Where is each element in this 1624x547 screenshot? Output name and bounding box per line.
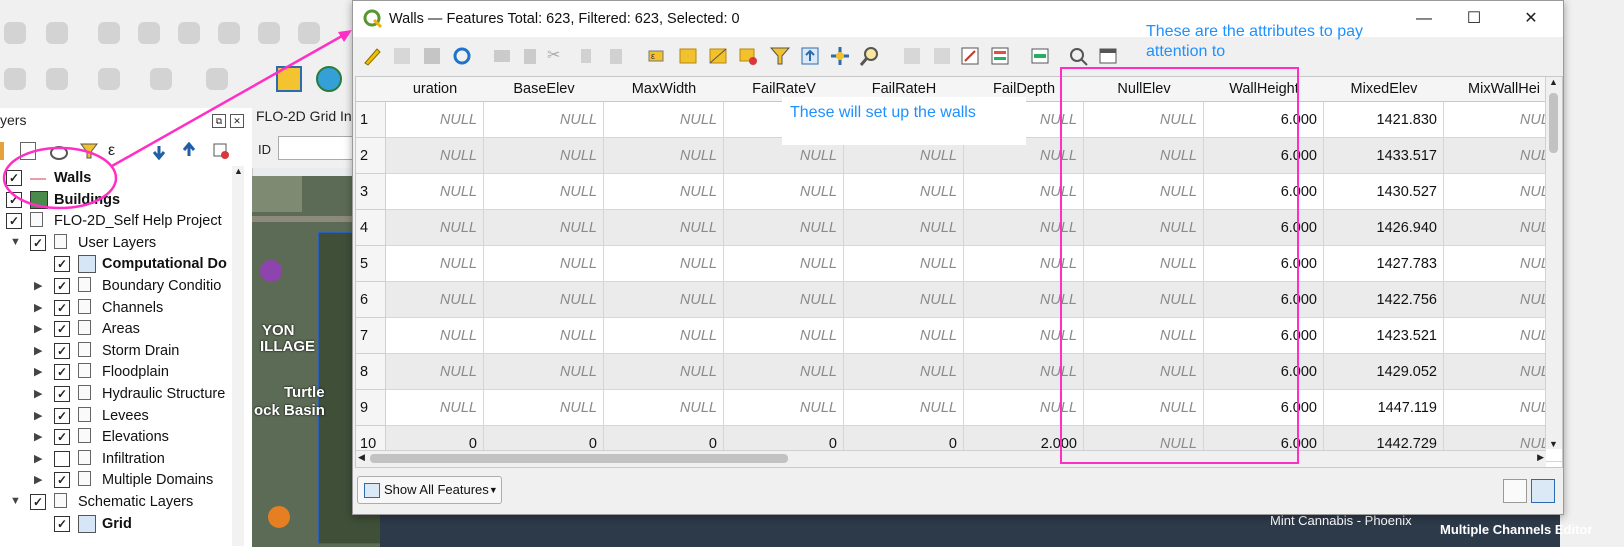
annotation-arrow-line — [111, 34, 343, 168]
walls-highlight-ellipse — [2, 146, 118, 210]
annotation-overlay — [2, 30, 352, 210]
